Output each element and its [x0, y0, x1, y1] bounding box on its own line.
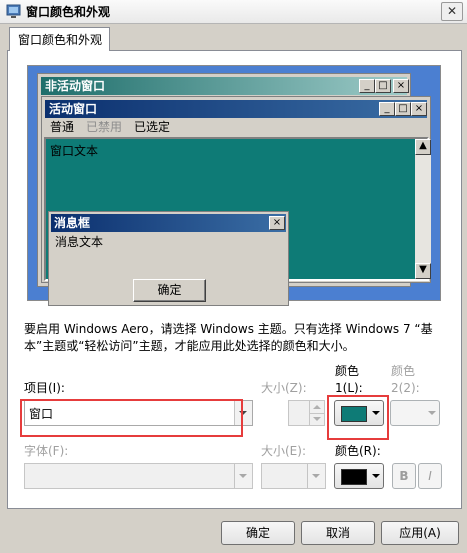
message-box-title-bar[interactable]: 消息框 × [51, 214, 286, 232]
color2-label-line1: 颜色 [391, 364, 416, 378]
maximize-icon: □ [375, 79, 391, 93]
item-highlight-box [20, 399, 243, 437]
italic-button[interactable]: I [418, 463, 442, 489]
message-text: 消息文本 [55, 235, 104, 249]
message-box-ok-button[interactable]: 确定 [133, 279, 206, 302]
chevron-down-icon[interactable] [307, 464, 325, 488]
close-icon: × [393, 79, 409, 93]
font-size-select[interactable] [261, 463, 326, 489]
font-label: 字体(F): [24, 444, 69, 458]
window-text: 窗口文本 [50, 144, 99, 158]
item-label: 项目(I): [24, 381, 65, 395]
font-select[interactable] [24, 463, 253, 489]
active-window-title-bar[interactable]: 活动窗口 _ □ × [45, 100, 427, 118]
bold-button[interactable]: B [392, 463, 416, 489]
font-color-label: 颜色(R): [335, 444, 381, 458]
message-box-title: 消息框 [54, 216, 91, 230]
chevron-down-icon [428, 411, 436, 415]
item-size-label: 大小(Z): [261, 381, 307, 395]
close-icon: × [411, 102, 427, 116]
menu-item-disabled[interactable]: 已禁用 [86, 121, 122, 133]
chevron-down-icon [372, 474, 380, 478]
cancel-button[interactable]: 取消 [301, 521, 375, 545]
menu-item-normal[interactable]: 普通 [50, 121, 74, 133]
apply-button[interactable]: 应用(A) [381, 521, 459, 545]
inactive-window-title-bar[interactable]: 非活动窗口 _ □ × [41, 77, 409, 95]
item-size-spinner[interactable] [288, 400, 325, 426]
close-window-button[interactable]: ✕ [441, 2, 463, 21]
color1-label-line1: 颜色 [335, 364, 360, 378]
font-size-label: 大小(E): [261, 444, 306, 458]
scroll-up-icon[interactable]: ▲ [415, 139, 431, 155]
tab-label: 窗口颜色和外观 [18, 33, 103, 47]
spin-down-icon[interactable] [309, 413, 324, 425]
menu-item-selected[interactable]: 已选定 [134, 121, 170, 133]
color2-picker-button[interactable] [390, 400, 440, 426]
scroll-down-icon[interactable]: ▼ [415, 263, 431, 279]
close-icon: × [269, 216, 285, 230]
minimize-icon: _ [379, 102, 395, 116]
window-title-bar: 窗口颜色和外观 ✕ [0, 0, 467, 24]
font-color-picker-button[interactable] [334, 463, 384, 489]
aero-info-text-line1: 要启用 Windows Aero，请选择 Windows 主题。只有选择 Win… [24, 322, 433, 336]
display-settings-icon [6, 4, 21, 18]
inactive-window-title: 非活动窗口 [45, 79, 106, 93]
tab-window-color-appearance[interactable]: 窗口颜色和外观 [9, 27, 110, 51]
maximize-icon: □ [395, 102, 411, 116]
color1-label-line2: 1(L): [335, 381, 363, 395]
active-window-title: 活动窗口 [49, 102, 98, 116]
minimize-icon: _ [359, 79, 375, 93]
window-title: 窗口颜色和外观 [26, 5, 111, 19]
color2-label-line2: 2(2): [391, 381, 420, 395]
message-box-preview[interactable]: 消息框 × 消息文本 确定 [48, 211, 289, 306]
chevron-down-icon[interactable] [234, 464, 252, 488]
scrollbar[interactable]: ▲ ▼ [415, 139, 431, 279]
aero-info-text-line2: 本”主题或“轻松访问”主题，才能应用此处选择的颜色和大小。 [24, 339, 355, 353]
ok-button[interactable]: 确定 [221, 521, 295, 545]
color1-highlight-box [327, 395, 389, 440]
font-color-swatch [341, 469, 367, 485]
